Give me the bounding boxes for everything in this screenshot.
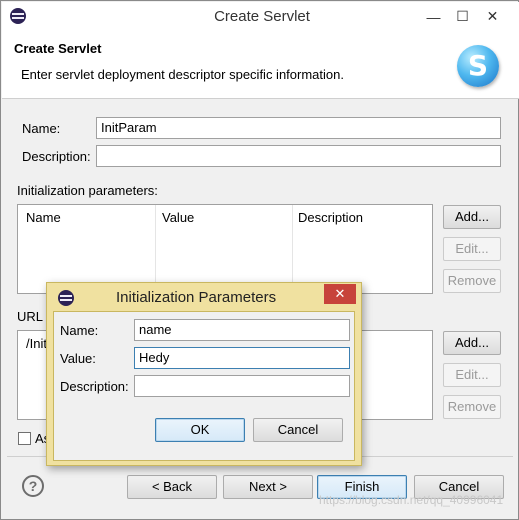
banner-title: Create Servlet [14,41,102,56]
banner-description: Enter servlet deployment descriptor spec… [21,67,344,82]
wizard-banner: Create Servlet Enter servlet deployment … [2,31,519,99]
dialog-body: Name: name Value: Hedy Description: OK C… [53,311,355,461]
next-button[interactable]: Next > [223,475,313,499]
param-value-label: Value: [60,351,96,366]
init-param-add-button[interactable]: Add... [443,205,501,229]
servlet-description-input[interactable] [96,145,501,167]
init-param-edit-button[interactable]: Edit... [443,237,501,261]
dialog-title: Initialization Parameters [116,289,277,306]
column-header-name[interactable]: Name [26,210,61,225]
back-button[interactable]: < Back [127,475,217,499]
url-mapping-edit-button[interactable]: Edit... [443,363,501,387]
param-name-label: Name: [60,323,99,338]
param-description-input[interactable] [134,375,350,397]
async-support-checkbox[interactable] [18,432,31,445]
dialog-close-button[interactable]: ✕ [324,284,356,304]
url-mapping-remove-button[interactable]: Remove [443,395,501,419]
dialog-ok-button[interactable]: OK [155,418,245,442]
title-bar: Create Servlet — ☐ ✕ [2,2,519,31]
help-icon[interactable]: ? [22,475,44,497]
init-param-remove-button[interactable]: Remove [443,269,501,293]
window-close-button[interactable]: ✕ [478,2,507,31]
column-divider [155,205,156,293]
init-params-label: Initialization parameters: [17,183,158,198]
servlet-name-input[interactable]: InitParam [96,117,501,139]
name-label: Name: [22,121,61,136]
description-label: Description: [22,149,91,164]
param-value-input[interactable]: Hedy [134,347,350,369]
initialization-parameters-dialog: Initialization Parameters ✕ Name: name V… [46,282,362,466]
url-mapping-item[interactable]: /Init [26,336,47,351]
maximize-button[interactable]: ☐ [448,2,477,31]
servlet-logo-icon: S [457,45,499,87]
dialog-cancel-button[interactable]: Cancel [253,418,343,442]
column-header-value[interactable]: Value [162,210,194,225]
eclipse-app-icon [58,290,74,306]
init-params-table[interactable]: Name Value Description [17,204,433,294]
column-header-description[interactable]: Description [298,210,363,225]
param-name-input[interactable]: name [134,319,350,341]
watermark: https://blog.csdn.net/qq_40996041 [319,493,504,507]
eclipse-app-icon [10,8,26,24]
column-divider [292,205,293,293]
minimize-button[interactable]: — [419,2,448,31]
url-mapping-add-button[interactable]: Add... [443,331,501,355]
window-title: Create Servlet [214,8,310,25]
param-description-label: Description: [60,379,129,394]
